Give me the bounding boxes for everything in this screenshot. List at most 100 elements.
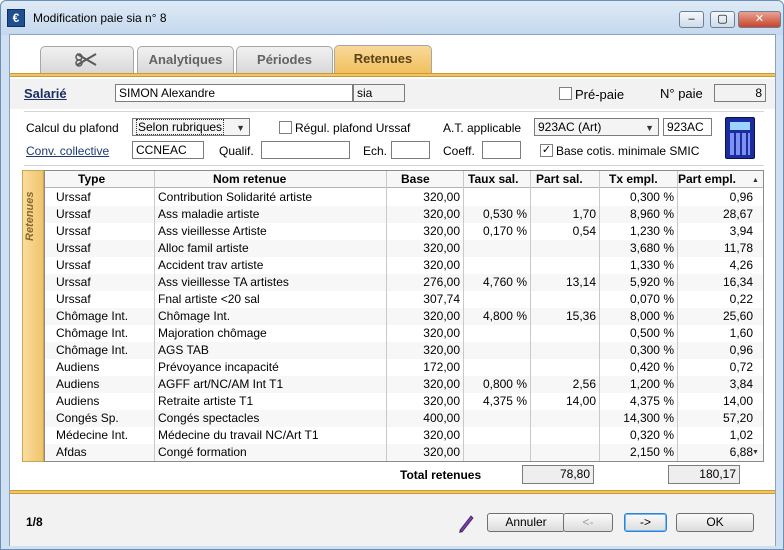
scroll-up-icon[interactable]: ▲ <box>752 177 759 184</box>
table-row[interactable]: Urssaf Alloc famil artiste 320,00 3,680 % 11… <box>45 240 763 257</box>
conv-collective-field[interactable]: CCNEAC <box>132 141 204 159</box>
table-row[interactable]: Audiens Prévoyance incapacité 172,00 0,420 … <box>45 359 763 376</box>
table-row[interactable]: Urssaf Ass maladie artiste 320,00 0,530 % 1,… <box>45 206 763 223</box>
tab-analytiques[interactable]: Analytiques <box>137 46 234 73</box>
cell-part-sal <box>531 410 599 427</box>
calculator-icon[interactable] <box>725 117 755 159</box>
cell-type: Audiens <box>56 360 100 374</box>
cell-base: 320,00 <box>423 207 460 221</box>
table-row[interactable]: Urssaf Contribution Solidarité artiste 320… <box>45 189 763 206</box>
cell-tx-empl: 0,420 % <box>629 360 674 374</box>
cell-base: 320,00 <box>423 224 460 238</box>
cell-type: Chômage Int. <box>56 343 129 357</box>
cell-base: 320,00 <box>423 394 460 408</box>
cell-base: 320,00 <box>423 377 460 391</box>
ech-field[interactable] <box>391 141 430 159</box>
cell-nom-retenue: Retraite artiste T1 <box>158 394 254 408</box>
table-row[interactable]: Afdas Congé formation 320,00 2,150 % 6,88 <box>45 444 763 461</box>
cell-taux-sal <box>464 444 530 461</box>
header-tx-empl[interactable]: Tx empl. <box>606 171 666 188</box>
table-row[interactable]: Urssaf Accident trav artiste 320,00 1,330 %… <box>45 257 763 274</box>
qualif-field[interactable] <box>261 141 350 159</box>
header-part-empl[interactable]: Part empl. <box>675 171 750 188</box>
next-button[interactable]: -> <box>624 513 667 532</box>
table-row[interactable]: Audiens Retraite artiste T1 320,00 4,375 % 1… <box>45 393 763 410</box>
tab-periodes[interactable]: Périodes <box>236 46 333 73</box>
conv-collective-link[interactable]: Conv. collective <box>26 144 109 158</box>
cell-taux-sal: 0,530 % <box>482 207 527 221</box>
cell-part-empl: 6,88 <box>729 445 753 459</box>
prepaie-checkbox[interactable] <box>559 87 572 100</box>
cell-base: 307,74 <box>423 292 460 306</box>
salarie-label[interactable]: Salarié <box>24 86 67 101</box>
tab-bar: Analytiques Périodes Retenues <box>10 35 775 75</box>
cell-taux-sal <box>464 291 530 308</box>
calcul-plafond-value: Selon rubriques <box>136 119 225 135</box>
table-row[interactable]: Congés Sp. Congés spectacles 400,00 14,300 … <box>45 410 763 427</box>
tab-icon[interactable] <box>40 46 134 73</box>
header-base[interactable]: Base <box>398 171 438 188</box>
pencil-icon[interactable] <box>456 512 476 534</box>
table-row[interactable]: Urssaf Fnal artiste <20 sal 307,74 0,070 % 0… <box>45 291 763 308</box>
dialog-content: Analytiques Périodes Retenues Salarié SI… <box>9 34 776 546</box>
header-part-sal[interactable]: Part sal. <box>533 171 593 188</box>
cell-base: 320,00 <box>423 445 460 459</box>
header-taux-sal[interactable]: Taux sal. <box>465 171 535 188</box>
previous-button[interactable]: <- <box>563 513 613 532</box>
table-row[interactable]: Urssaf Ass vieillesse TA artistes 276,00 4,… <box>45 274 763 291</box>
salarie-name-field[interactable]: SIMON Alexandre <box>115 84 353 102</box>
separator <box>24 165 764 166</box>
regul-plafond-checkbox[interactable] <box>279 121 292 134</box>
coeff-field[interactable] <box>482 141 521 159</box>
cell-part-sal <box>531 257 599 274</box>
calcul-plafond-select[interactable]: Selon rubriques ▼ <box>132 118 250 136</box>
cell-tx-empl: 0,300 % <box>629 343 674 357</box>
chevron-down-icon: ▼ <box>236 123 245 133</box>
total-part-sal: 78,80 <box>522 465 594 484</box>
maximize-button[interactable]: ▢ <box>710 11 735 28</box>
cell-type: Chômage Int. <box>56 309 129 323</box>
cell-tx-empl: 5,920 % <box>629 275 674 289</box>
scroll-down-icon[interactable]: ▼ <box>752 449 759 456</box>
at-applicable-select[interactable]: 923AC (Art) ▼ <box>534 118 659 136</box>
cell-taux-sal <box>464 410 530 427</box>
minimize-button[interactable]: – <box>679 11 704 28</box>
cell-taux-sal <box>464 427 530 444</box>
table-row[interactable]: Urssaf Ass vieillesse Artiste 320,00 0,170 … <box>45 223 763 240</box>
header-type[interactable]: Type <box>75 171 135 188</box>
cell-part-sal <box>531 359 599 376</box>
table-row[interactable]: Chômage Int. Chômage Int. 320,00 4,800 % 15,… <box>45 308 763 325</box>
cell-taux-sal: 4,375 % <box>482 394 527 408</box>
salarie-code-field: sia <box>353 84 405 102</box>
table-row[interactable]: Médecine Int. Médecine du travail NC/Art … <box>45 427 763 444</box>
cell-nom-retenue: Ass vieillesse TA artistes <box>158 275 289 289</box>
cell-base: 320,00 <box>423 326 460 340</box>
cell-base: 276,00 <box>423 275 460 289</box>
cancel-button[interactable]: Annuler <box>487 513 565 532</box>
qualif-label: Qualif. <box>219 144 254 158</box>
cell-tx-empl: 1,200 % <box>629 377 674 391</box>
header-nom-retenue[interactable]: Nom retenue <box>210 171 330 188</box>
ok-button[interactable]: OK <box>676 513 754 532</box>
cell-taux-sal <box>464 240 530 257</box>
table-row[interactable]: Chômage Int. AGS TAB 320,00 0,300 % 0,96 <box>45 342 763 359</box>
no-paie-field: 8 <box>714 84 766 102</box>
table-row[interactable]: Audiens AGFF art/NC/AM Int T1 320,00 0,800 … <box>45 376 763 393</box>
cell-base: 320,00 <box>423 309 460 323</box>
close-button[interactable]: ✕ <box>738 11 781 28</box>
smic-checkbox[interactable]: ✓ <box>540 144 553 157</box>
cell-type: Urssaf <box>56 190 91 204</box>
cell-nom-retenue: Prévoyance incapacité <box>158 360 279 374</box>
at-code-field[interactable]: 923AC <box>663 118 712 136</box>
cell-part-empl: 16,34 <box>722 275 753 289</box>
cell-part-empl: 3,94 <box>729 224 753 238</box>
cell-part-empl: 1,60 <box>729 326 753 340</box>
cell-nom-retenue: Congé formation <box>158 445 247 459</box>
tab-retenues[interactable]: Retenues <box>334 45 432 74</box>
table-row[interactable]: Chômage Int. Majoration chômage 320,00 0,50… <box>45 325 763 342</box>
cell-taux-sal: 0,800 % <box>482 377 527 391</box>
cell-type: Audiens <box>56 394 100 408</box>
cell-nom-retenue: Congés spectacles <box>158 411 260 425</box>
total-part-empl: 180,17 <box>668 465 740 484</box>
cell-base: 400,00 <box>423 411 460 425</box>
